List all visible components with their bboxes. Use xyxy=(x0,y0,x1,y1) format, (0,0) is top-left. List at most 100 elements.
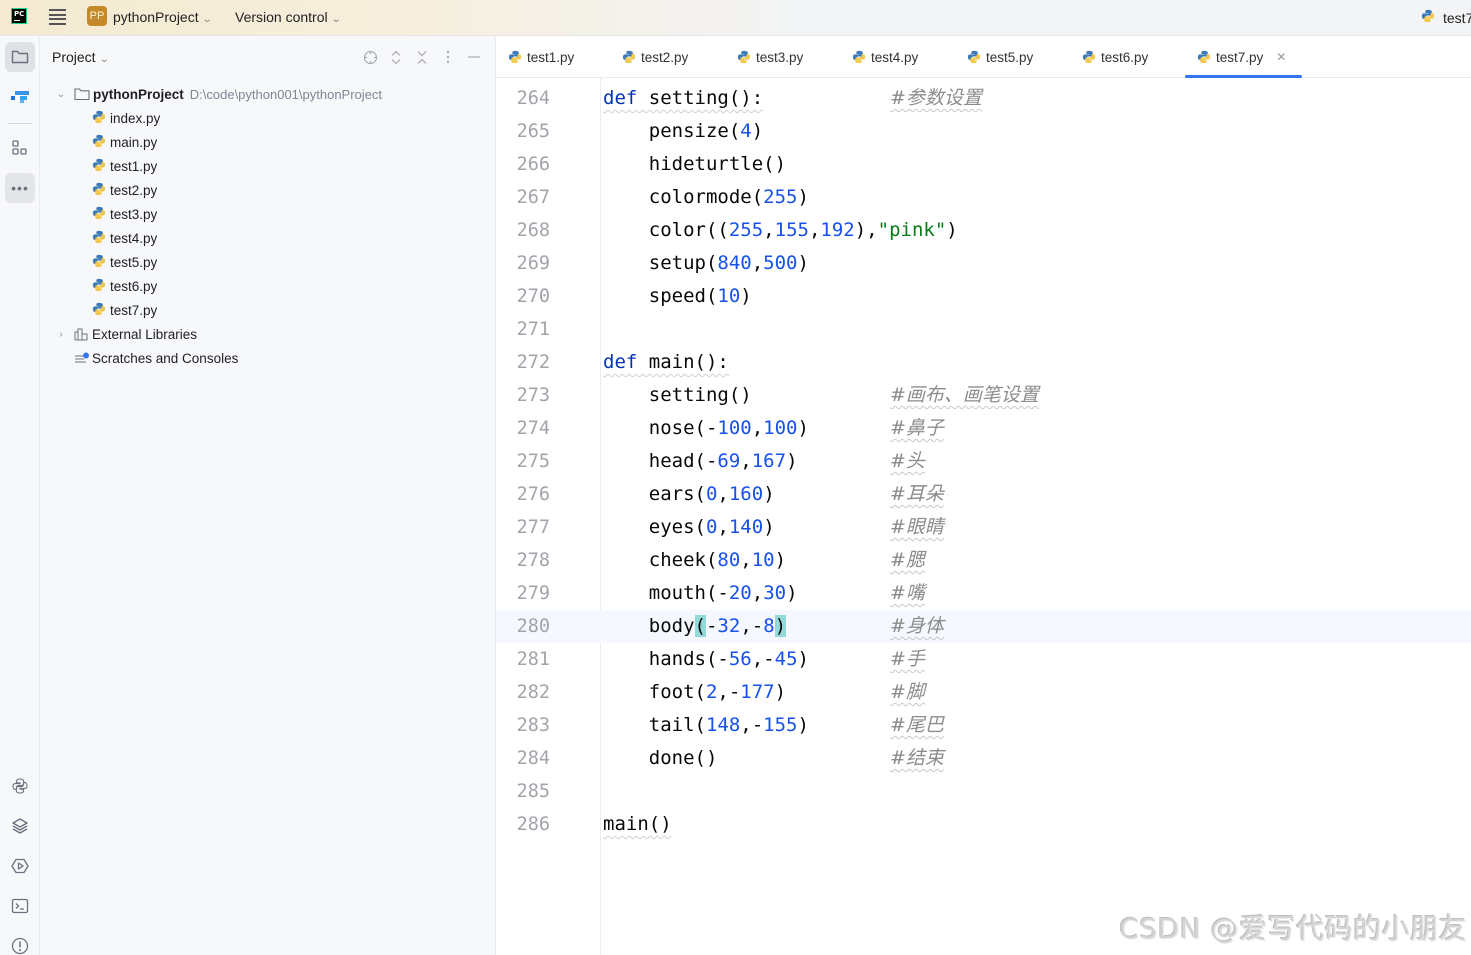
file-name: main.py xyxy=(110,134,158,150)
tree-file-item[interactable]: main.py xyxy=(40,130,495,154)
tab-test6-py[interactable]: test6.py xyxy=(1082,36,1148,78)
chevron-right-icon[interactable]: › xyxy=(55,329,67,340)
locate-file-button[interactable] xyxy=(362,49,378,65)
file-name: index.py xyxy=(110,110,161,126)
code-line[interactable]: 271 xyxy=(496,313,1471,346)
code-line[interactable]: 282 foot(2,-177) #脚 xyxy=(496,676,1471,709)
code-line[interactable]: 265 pensize(4) xyxy=(496,115,1471,148)
code-comment: #腮 xyxy=(890,549,925,571)
code-line[interactable]: 285 xyxy=(496,775,1471,808)
chevron-down-icon[interactable]: ⌄ xyxy=(55,89,67,100)
tree-scratches[interactable]: Scratches and Consoles xyxy=(40,346,495,370)
tab-test7-py[interactable]: test7.py ✕ xyxy=(1184,36,1303,78)
project-view-selector[interactable]: Project ⌄ xyxy=(52,49,110,65)
code-text: tail(148,-155) xyxy=(603,714,809,736)
code-text: head(-69,167) xyxy=(603,450,798,472)
code-line[interactable]: 274 nose(-100,100) #鼻子 xyxy=(496,412,1471,445)
code-line[interactable]: 264 def setting(): #参数设置 xyxy=(496,82,1471,115)
version-control-selector[interactable]: Version control ⌄ xyxy=(235,9,342,25)
code-line[interactable]: 266 hideturtle() xyxy=(496,148,1471,181)
python-file-icon xyxy=(92,182,106,199)
code-editor[interactable]: 264 def setting(): #参数设置 265 pensize(4) 266 … xyxy=(496,78,1471,955)
close-tab-icon[interactable]: ✕ xyxy=(1276,50,1286,64)
code-line[interactable]: 277 eyes(0,140) #眼睛 xyxy=(496,511,1471,544)
code-line[interactable]: 283 tail(148,-155) #尾巴 xyxy=(496,709,1471,742)
expand-all-button[interactable] xyxy=(388,49,404,65)
code-text: ears(0,160) xyxy=(603,483,775,505)
more-tools-button[interactable]: ••• xyxy=(5,173,35,203)
code-line[interactable]: 284 done() #结束 xyxy=(496,742,1471,775)
code-text: pensize(4) xyxy=(603,120,764,142)
python-file-icon xyxy=(1421,9,1435,26)
tree-file-item[interactable]: test2.py xyxy=(40,178,495,202)
chevron-down-icon: ⌄ xyxy=(98,54,110,65)
options-button[interactable] xyxy=(440,49,456,65)
code-comment: #参数设置 xyxy=(890,87,982,109)
services-tool-button[interactable] xyxy=(5,851,35,881)
main-menu-icon[interactable] xyxy=(49,9,66,25)
terminal-tool-button[interactable] xyxy=(5,891,35,921)
title-bar: PC PP pythonProject ⌄ Version control ⌄ te… xyxy=(0,0,1471,36)
code-line[interactable]: 273 setting() #画布、画笔设置 xyxy=(496,379,1471,412)
scratches-icon xyxy=(75,352,89,363)
collapse-all-button[interactable] xyxy=(414,49,430,65)
project-badge[interactable]: PP xyxy=(87,6,107,26)
tab-label: test3.py xyxy=(756,49,804,65)
python-file-icon xyxy=(92,158,106,175)
hide-panel-button[interactable] xyxy=(466,49,482,65)
code-line[interactable]: 276 ears(0,160) #耳朵 xyxy=(496,478,1471,511)
code-line[interactable]: 268 color((255,155,192),"pink") xyxy=(496,214,1471,247)
tab-test4-py[interactable]: test4.py xyxy=(852,36,918,78)
layers-tool-button[interactable] xyxy=(5,811,35,841)
project-selector[interactable]: pythonProject ⌄ xyxy=(113,9,212,25)
line-number: 271 xyxy=(516,319,550,340)
code-line[interactable]: 270 speed(10) xyxy=(496,280,1471,313)
tab-test5-py[interactable]: test5.py xyxy=(967,36,1033,78)
code-text: cheek(80,10) xyxy=(603,549,787,571)
python-file-icon xyxy=(92,278,106,295)
tree-external-libraries[interactable]: › External Libraries xyxy=(40,322,495,346)
plugin-tool-button[interactable] xyxy=(5,82,35,112)
project-tool-button[interactable] xyxy=(5,42,35,72)
problems-tool-button[interactable] xyxy=(5,931,35,955)
tree-file-item[interactable]: test6.py xyxy=(40,274,495,298)
tab-label: test5.py xyxy=(986,49,1034,65)
python-console-button[interactable] xyxy=(5,771,35,801)
tree-file-item[interactable]: test1.py xyxy=(40,154,495,178)
python-file-icon xyxy=(92,134,106,151)
line-number: 281 xyxy=(516,649,550,670)
code-line[interactable]: 286 main() xyxy=(496,808,1471,841)
structure-tool-button[interactable] xyxy=(5,133,35,163)
file-name: test4.py xyxy=(110,230,158,246)
code-comment: #画布、画笔设置 xyxy=(890,384,1039,406)
code-comment: #结束 xyxy=(890,747,944,769)
code-line[interactable]: 280 body(-32,-8) #身体 xyxy=(496,610,1471,643)
tree-file-item[interactable]: test4.py xyxy=(40,226,495,250)
tab-test3-py[interactable]: test3.py xyxy=(737,36,803,78)
chevron-down-icon: ⌄ xyxy=(330,14,342,25)
code-text: def main(): xyxy=(603,351,729,373)
python-file-icon xyxy=(852,50,866,64)
version-control-label: Version control xyxy=(235,9,328,25)
tab-test1-py[interactable]: test1.py xyxy=(508,36,574,78)
code-line[interactable]: 272 def main(): xyxy=(496,346,1471,379)
more-icon: ••• xyxy=(11,180,29,196)
code-line[interactable]: 275 head(-69,167) #头 xyxy=(496,445,1471,478)
tab-test2-py[interactable]: test2.py xyxy=(622,36,688,78)
tab-label: test4.py xyxy=(871,49,919,65)
tree-file-item[interactable]: test3.py xyxy=(40,202,495,226)
code-comment: #耳朵 xyxy=(890,483,944,505)
code-line[interactable]: 279 mouth(-20,30) #嘴 xyxy=(496,577,1471,610)
line-number: 285 xyxy=(516,781,550,802)
tree-file-item[interactable]: index.py xyxy=(40,106,495,130)
run-configuration-selector[interactable]: test7 xyxy=(1421,9,1471,26)
code-line[interactable]: 267 colormode(255) xyxy=(496,181,1471,214)
tab-label: test1.py xyxy=(527,49,575,65)
tree-root-folder[interactable]: ⌄ pythonProject D:\code\python001\python… xyxy=(40,82,495,106)
code-line[interactable]: 281 hands(-56,-45) #手 xyxy=(496,643,1471,676)
code-line[interactable]: 278 cheek(80,10) #腮 xyxy=(496,544,1471,577)
code-line[interactable]: 269 setup(840,500) xyxy=(496,247,1471,280)
python-file-icon xyxy=(967,50,981,64)
tree-file-item[interactable]: test5.py xyxy=(40,250,495,274)
tree-file-item[interactable]: test7.py xyxy=(40,298,495,322)
